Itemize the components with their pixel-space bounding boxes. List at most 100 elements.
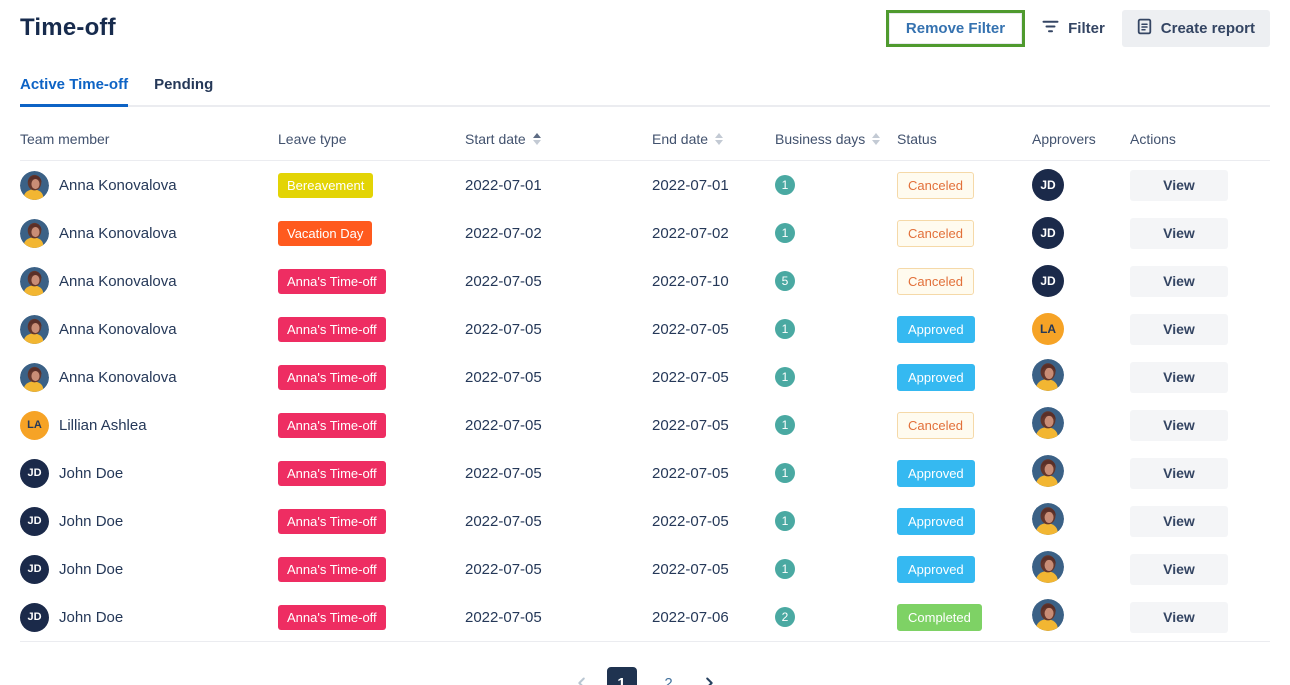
avatar-photo [1032,503,1064,535]
pagination-page-1[interactable]: 1 [607,667,637,685]
filter-button[interactable]: Filter [1042,20,1105,37]
remove-filter-highlight-box: Remove Filter [886,10,1025,47]
business-days-badge: 1 [775,175,795,195]
start-date: 2022-07-05 [465,513,652,530]
member-avatar [20,219,49,248]
approver-avatar [1032,503,1064,535]
status-badge: Completed [897,604,982,631]
column-header-start-date[interactable]: Start date [465,131,652,147]
business-days-badge: 1 [775,559,795,579]
view-button[interactable]: View [1130,314,1228,345]
member-avatar [20,363,49,392]
view-button[interactable]: View [1130,458,1228,489]
pagination-next-icon[interactable] [701,675,717,685]
member-avatar: JD [20,459,49,488]
end-date: 2022-07-06 [652,609,775,626]
approver-avatar [1032,359,1064,391]
member-name: Anna Konovalova [59,225,177,242]
column-header-label: End date [652,131,708,147]
view-button[interactable]: View [1130,602,1228,633]
pagination: 1 2 [20,667,1270,685]
column-header-label: Actions [1130,131,1176,147]
view-button[interactable]: View [1130,506,1228,537]
leave-type-badge: Anna's Time-off [278,605,386,630]
table-body: Anna Konovalova Bereavement 2022-07-01 2… [20,161,1270,642]
table-row: Anna Konovalova Vacation Day 2022-07-02 … [20,209,1270,257]
column-header-actions: Actions [1130,131,1270,147]
column-header-label: Business days [775,131,865,147]
table-row: Anna Konovalova Anna's Time-off 2022-07-… [20,305,1270,353]
member-name: Lillian Ashlea [59,417,147,434]
view-button[interactable]: View [1130,266,1228,297]
leave-type-badge: Vacation Day [278,221,372,246]
member-name: Anna Konovalova [59,321,177,338]
business-days-badge: 1 [775,463,795,483]
team-member-cell: Anna Konovalova [20,171,278,200]
avatar-photo [1032,551,1064,583]
business-days-badge: 2 [775,607,795,627]
status-badge: Canceled [897,268,974,295]
topbar-actions: Remove Filter Filter Create report [886,10,1270,47]
view-button[interactable]: View [1130,170,1228,201]
member-avatar [20,315,49,344]
team-member-cell: Anna Konovalova [20,267,278,296]
start-date: 2022-07-02 [465,225,652,242]
column-header-business-days[interactable]: Business days [775,131,897,147]
member-name: John Doe [59,513,123,530]
member-avatar: LA [20,411,49,440]
end-date: 2022-07-05 [652,369,775,386]
avatar-photo [1032,407,1064,439]
business-days-badge: 1 [775,415,795,435]
end-date: 2022-07-05 [652,321,775,338]
member-avatar [20,267,49,296]
member-name: Anna Konovalova [59,369,177,386]
time-off-page: Time-off Remove Filter Filter Create rep… [0,0,1290,685]
view-button[interactable]: View [1130,410,1228,441]
team-member-cell: JD John Doe [20,507,278,536]
avatar-photo [1032,599,1064,631]
approver-avatar [1032,551,1064,583]
team-member-cell: LA Lillian Ashlea [20,411,278,440]
member-name: Anna Konovalova [59,177,177,194]
create-report-button[interactable]: Create report [1122,10,1270,47]
status-badge: Approved [897,556,975,583]
end-date: 2022-07-05 [652,513,775,530]
table-row: JD John Doe Anna's Time-off 2022-07-05 2… [20,449,1270,497]
view-button[interactable]: View [1130,362,1228,393]
leave-type-badge: Bereavement [278,173,373,198]
team-member-cell: JD John Doe [20,603,278,632]
filter-button-label: Filter [1068,20,1105,37]
column-header-leave-type: Leave type [278,131,465,147]
leave-type-badge: Anna's Time-off [278,557,386,582]
avatar-photo [20,363,49,392]
approver-avatar: JD [1032,169,1064,201]
pagination-prev-icon[interactable] [574,675,590,685]
view-button[interactable]: View [1130,218,1228,249]
document-icon [1137,18,1152,39]
member-avatar: JD [20,603,49,632]
business-days-badge: 1 [775,367,795,387]
avatar-photo [20,219,49,248]
column-header-label: Approvers [1032,131,1096,147]
tab-pending[interactable]: Pending [154,72,213,107]
filter-icon [1042,20,1059,37]
table-row: Anna Konovalova Bereavement 2022-07-01 2… [20,161,1270,209]
team-member-cell: Anna Konovalova [20,363,278,392]
avatar-photo [20,267,49,296]
remove-filter-button[interactable]: Remove Filter [889,13,1022,44]
tab-active-time-off[interactable]: Active Time-off [20,72,128,107]
view-button[interactable]: View [1130,554,1228,585]
leave-type-badge: Anna's Time-off [278,413,386,438]
end-date: 2022-07-01 [652,177,775,194]
avatar-photo [1032,455,1064,487]
column-header-approvers: Approvers [1032,131,1130,147]
pagination-page-2[interactable]: 2 [654,667,684,685]
column-header-label: Leave type [278,131,347,147]
leave-type-badge: Anna's Time-off [278,317,386,342]
table-row: JD John Doe Anna's Time-off 2022-07-05 2… [20,497,1270,545]
team-member-cell: Anna Konovalova [20,219,278,248]
team-member-cell: JD John Doe [20,555,278,584]
column-header-end-date[interactable]: End date [652,131,775,147]
status-badge: Approved [897,508,975,535]
leave-type-badge: Anna's Time-off [278,365,386,390]
